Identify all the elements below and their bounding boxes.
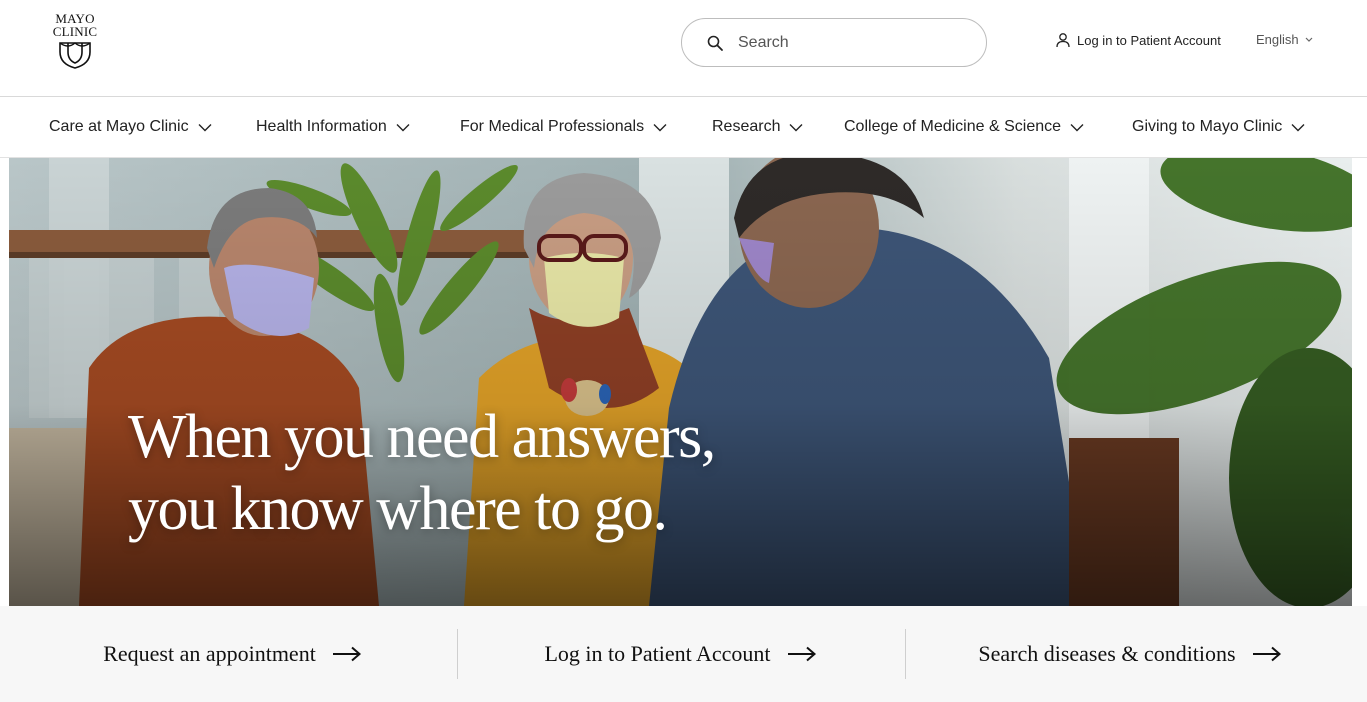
chevron-down-icon (1070, 123, 1084, 131)
language-label: English (1256, 32, 1299, 47)
login-patient-account-cta[interactable]: Log in to Patient Account (508, 628, 853, 680)
cta-label: Request an appointment (103, 641, 316, 666)
language-selector[interactable]: English (1256, 32, 1313, 47)
nav-item-medical-professionals[interactable]: For Medical Professionals (460, 97, 667, 157)
logo-line-2: CLINIC (52, 24, 98, 39)
hero-banner: When you need answers, you know where to… (9, 158, 1352, 606)
nav-item-label: College of Medicine & Science (844, 118, 1062, 135)
request-appointment-link[interactable]: Request an appointment (60, 628, 405, 680)
cta-label: Search diseases & conditions (978, 641, 1236, 666)
nav-item-label: Care at Mayo Clinic (49, 118, 189, 135)
search-diseases-link[interactable]: Search diseases & conditions (950, 628, 1310, 680)
chevron-down-icon (1291, 123, 1305, 131)
search-box[interactable] (681, 18, 987, 67)
nav-item-college[interactable]: College of Medicine & Science (844, 97, 1084, 157)
login-link-label: Log in to Patient Account (1077, 32, 1221, 48)
chevron-down-icon (1305, 37, 1313, 42)
hero-headline-line-2: you know where to go. (128, 475, 668, 543)
hero-headline: When you need answers, you know where to… (128, 401, 716, 545)
hero-headline-line-1: When you need answers, (128, 403, 716, 471)
nav-item-health-information[interactable]: Health Information (256, 97, 410, 157)
login-patient-account-link[interactable]: Log in to Patient Account (1055, 32, 1221, 48)
quick-actions: Request an appointment Log in to Patient… (0, 606, 1367, 702)
arrow-right-icon (1252, 646, 1281, 662)
chevron-down-icon (789, 123, 803, 131)
nav-item-label: For Medical Professionals (460, 118, 645, 135)
divider (905, 629, 906, 679)
divider (457, 629, 458, 679)
nav-item-research[interactable]: Research (712, 97, 803, 157)
search-input[interactable] (738, 33, 958, 52)
arrow-right-icon (332, 646, 361, 662)
nav-item-care[interactable]: Care at Mayo Clinic (49, 97, 212, 157)
cta-label: Log in to Patient Account (544, 641, 771, 666)
nav-item-label: Research (712, 118, 781, 135)
main-navigation: Care at Mayo Clinic Health Information F… (0, 97, 1367, 158)
chevron-down-icon (198, 123, 212, 131)
nav-item-label: Giving to Mayo Clinic (1132, 118, 1283, 135)
shield-icon (59, 42, 91, 69)
user-icon (1056, 33, 1070, 48)
chevron-down-icon (653, 123, 667, 131)
mayo-clinic-logo[interactable]: MAYO CLINIC (48, 12, 102, 72)
nav-item-label: Health Information (256, 118, 387, 135)
chevron-down-icon (396, 123, 410, 131)
nav-item-giving[interactable]: Giving to Mayo Clinic (1132, 97, 1305, 157)
arrow-right-icon (787, 646, 816, 662)
search-icon (707, 35, 723, 51)
site-header: MAYO CLINIC Log in to Patient Account En… (0, 0, 1367, 97)
